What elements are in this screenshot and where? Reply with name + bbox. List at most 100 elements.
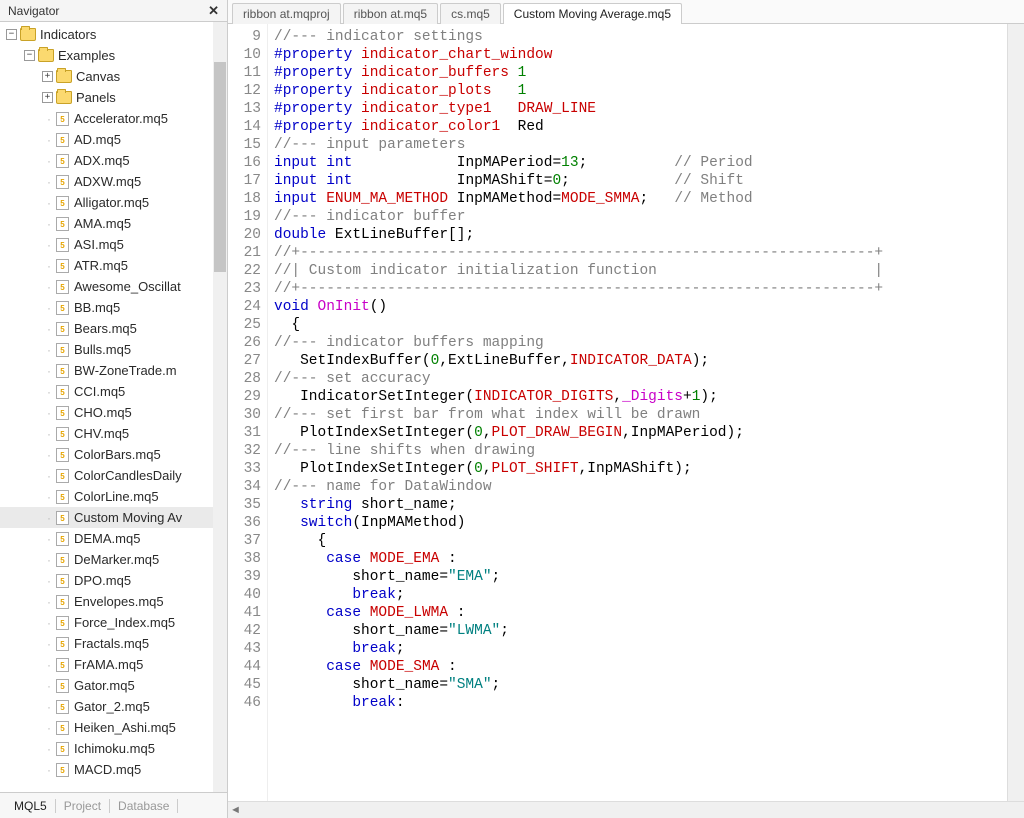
tree-row[interactable]: ·ADXW.mq5	[0, 171, 213, 192]
code-line[interactable]: //+-------------------------------------…	[274, 280, 1003, 298]
vertical-scrollbar[interactable]	[1007, 24, 1024, 801]
editor-tab[interactable]: ribbon at.mqproj	[232, 3, 341, 24]
tree-row[interactable]: ·BW-ZoneTrade.m	[0, 360, 213, 381]
tree-row[interactable]: ·ADX.mq5	[0, 150, 213, 171]
vertical-scrollbar[interactable]	[213, 22, 227, 792]
code-line[interactable]: input ENUM_MA_METHOD InpMAMethod=MODE_SM…	[274, 190, 1003, 208]
tree-row[interactable]: ·Accelerator.mq5	[0, 108, 213, 129]
tree-row[interactable]: ·ATR.mq5	[0, 255, 213, 276]
code-line[interactable]: #property indicator_plots 1	[274, 82, 1003, 100]
code-line[interactable]: #property indicator_color1 Red	[274, 118, 1003, 136]
code-line[interactable]: {	[274, 532, 1003, 550]
tree-row[interactable]: −Examples	[0, 45, 213, 66]
collapse-icon[interactable]: −	[24, 50, 35, 61]
scroll-left-icon[interactable]: ◄	[230, 804, 241, 816]
line-number: 33	[228, 460, 261, 478]
tree-row[interactable]: ·Bulls.mq5	[0, 339, 213, 360]
horizontal-scrollbar[interactable]: ◄	[228, 801, 1024, 818]
code-line[interactable]: #property indicator_buffers 1	[274, 64, 1003, 82]
tree-row[interactable]: ·Fractals.mq5	[0, 633, 213, 654]
tree-row[interactable]: ·AD.mq5	[0, 129, 213, 150]
code-line[interactable]: case MODE_SMA :	[274, 658, 1003, 676]
code-line[interactable]: //--- set accuracy	[274, 370, 1003, 388]
tree-row[interactable]: ·AMA.mq5	[0, 213, 213, 234]
tree-row[interactable]: ·Custom Moving Av	[0, 507, 213, 528]
code-line[interactable]: {	[274, 316, 1003, 334]
code-line[interactable]: break:	[274, 694, 1003, 712]
tree-row[interactable]: ·ColorBars.mq5	[0, 444, 213, 465]
tree-row[interactable]: ·FrAMA.mq5	[0, 654, 213, 675]
navigator-bottom-tab[interactable]: MQL5	[6, 799, 56, 813]
code-line[interactable]: //--- input parameters	[274, 136, 1003, 154]
tree-connector: ·	[42, 112, 56, 126]
code-line[interactable]: //+-------------------------------------…	[274, 244, 1003, 262]
expand-icon[interactable]: +	[42, 92, 53, 103]
tree-row[interactable]: ·DPO.mq5	[0, 570, 213, 591]
tree-row[interactable]: +Canvas	[0, 66, 213, 87]
code-line[interactable]: short_name="LWMA";	[274, 622, 1003, 640]
code-line[interactable]: #property indicator_chart_window	[274, 46, 1003, 64]
navigator-bottom-tab[interactable]: Project	[56, 799, 110, 813]
line-number: 38	[228, 550, 261, 568]
code-line[interactable]: string short_name;	[274, 496, 1003, 514]
code-line[interactable]: //| Custom indicator initialization func…	[274, 262, 1003, 280]
tree-row[interactable]: ·Force_Index.mq5	[0, 612, 213, 633]
code-area[interactable]: 9101112131415161718192021222324252627282…	[228, 24, 1024, 801]
code-line[interactable]: //--- line shifts when drawing	[274, 442, 1003, 460]
tree-row[interactable]: ·DeMarker.mq5	[0, 549, 213, 570]
close-icon[interactable]: ✕	[204, 3, 223, 19]
navigator-bottom-tab[interactable]: Database	[110, 799, 178, 813]
tree-row[interactable]: ·Ichimoku.mq5	[0, 738, 213, 759]
tree-row[interactable]: ·ColorCandlesDaily	[0, 465, 213, 486]
tree-row[interactable]: ·CCI.mq5	[0, 381, 213, 402]
tree-label: CHV.mq5	[74, 426, 129, 441]
tree-row[interactable]: ·MACD.mq5	[0, 759, 213, 780]
code-line[interactable]: //--- indicator buffer	[274, 208, 1003, 226]
editor-tab[interactable]: cs.mq5	[440, 3, 501, 24]
mq5-file-icon	[56, 175, 69, 189]
code-line[interactable]: short_name="EMA";	[274, 568, 1003, 586]
navigator-tree[interactable]: −Indicators−Examples+Canvas+Panels·Accel…	[0, 22, 213, 792]
code-line[interactable]: //--- indicator settings	[274, 28, 1003, 46]
code-line[interactable]: SetIndexBuffer(0,ExtLineBuffer,INDICATOR…	[274, 352, 1003, 370]
tree-row[interactable]: +Panels	[0, 87, 213, 108]
code-line[interactable]: input int InpMAPeriod=13; // Period	[274, 154, 1003, 172]
editor-tab[interactable]: Custom Moving Average.mq5	[503, 3, 682, 24]
editor-tab[interactable]: ribbon at.mq5	[343, 3, 438, 24]
expand-icon[interactable]: +	[42, 71, 53, 82]
tree-row[interactable]: ·Envelopes.mq5	[0, 591, 213, 612]
code-line[interactable]: IndicatorSetInteger(INDICATOR_DIGITS,_Di…	[274, 388, 1003, 406]
code-line[interactable]: //--- indicator buffers mapping	[274, 334, 1003, 352]
tree-label: Gator_2.mq5	[74, 699, 150, 714]
tree-row[interactable]: ·Gator.mq5	[0, 675, 213, 696]
code-line[interactable]: break;	[274, 586, 1003, 604]
code-line[interactable]: case MODE_EMA :	[274, 550, 1003, 568]
code-line[interactable]: //--- name for DataWindow	[274, 478, 1003, 496]
tree-row[interactable]: ·Bears.mq5	[0, 318, 213, 339]
tree-row[interactable]: ·Heiken_Ashi.mq5	[0, 717, 213, 738]
code-line[interactable]: case MODE_LWMA :	[274, 604, 1003, 622]
code-line[interactable]: input int InpMAShift=0; // Shift	[274, 172, 1003, 190]
tree-row[interactable]: ·Gator_2.mq5	[0, 696, 213, 717]
code-line[interactable]: #property indicator_type1 DRAW_LINE	[274, 100, 1003, 118]
tree-row[interactable]: ·CHV.mq5	[0, 423, 213, 444]
code-line[interactable]: PlotIndexSetInteger(0,PLOT_SHIFT,InpMASh…	[274, 460, 1003, 478]
tree-row[interactable]: ·DEMA.mq5	[0, 528, 213, 549]
tree-row[interactable]: ·ASI.mq5	[0, 234, 213, 255]
scrollbar-thumb[interactable]	[214, 62, 226, 272]
code-line[interactable]: void OnInit()	[274, 298, 1003, 316]
code-content[interactable]: //--- indicator settings#property indica…	[268, 24, 1007, 801]
collapse-icon[interactable]: −	[6, 29, 17, 40]
tree-row[interactable]: ·ColorLine.mq5	[0, 486, 213, 507]
tree-row[interactable]: ·BB.mq5	[0, 297, 213, 318]
code-line[interactable]: switch(InpMAMethod)	[274, 514, 1003, 532]
code-line[interactable]: break;	[274, 640, 1003, 658]
tree-row[interactable]: ·Awesome_Oscillat	[0, 276, 213, 297]
code-line[interactable]: double ExtLineBuffer[];	[274, 226, 1003, 244]
code-line[interactable]: //--- set first bar from what index will…	[274, 406, 1003, 424]
tree-row[interactable]: −Indicators	[0, 24, 213, 45]
code-line[interactable]: short_name="SMA";	[274, 676, 1003, 694]
tree-row[interactable]: ·CHO.mq5	[0, 402, 213, 423]
tree-row[interactable]: ·Alligator.mq5	[0, 192, 213, 213]
code-line[interactable]: PlotIndexSetInteger(0,PLOT_DRAW_BEGIN,In…	[274, 424, 1003, 442]
